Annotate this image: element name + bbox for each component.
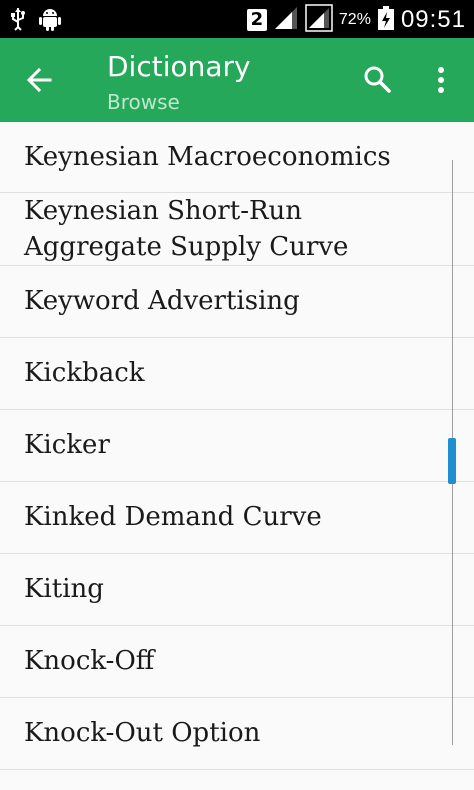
- list-item-label: Keynesian Short-Run Aggregate Supply Cur…: [24, 196, 349, 262]
- list-item-label: Kicker: [24, 430, 110, 460]
- list-item-label: Knock-Out Option: [24, 718, 261, 748]
- list-item[interactable]: Keynesian Macroeconomics: [0, 122, 474, 193]
- android-icon: [38, 6, 62, 36]
- battery-percent: 72%: [338, 11, 371, 28]
- back-button[interactable]: [22, 62, 62, 98]
- list-item[interactable]: Knock-Off: [0, 626, 474, 698]
- status-bar: 2 72% 09:51: [0, 0, 474, 38]
- search-button[interactable]: [360, 62, 400, 102]
- list-item-label: Keynesian Macroeconomics: [24, 142, 391, 172]
- scrollbar-thumb[interactable]: [448, 438, 456, 484]
- list-item[interactable]: Kiting: [0, 554, 474, 626]
- arrow-back-icon: [22, 67, 58, 102]
- battery-charging-icon: [377, 5, 395, 35]
- signal-icon: [305, 4, 333, 36]
- list-item[interactable]: Keyword Advertising: [0, 266, 474, 338]
- search-icon: [360, 66, 396, 102]
- list-item-label: Kinked Demand Curve: [24, 502, 322, 532]
- list-item[interactable]: Knock-Out Option: [0, 698, 474, 770]
- overflow-menu-button[interactable]: [428, 62, 454, 102]
- usb-icon: [10, 7, 26, 35]
- list-item[interactable]: Kinked Demand Curve: [0, 482, 474, 554]
- list-item-label: Kiting: [24, 574, 104, 604]
- list-item[interactable]: Kicker: [0, 410, 474, 482]
- page-title: Dictionary: [107, 50, 251, 83]
- sim-slot-badge: 2: [246, 9, 267, 31]
- clock-time: 09:51: [400, 6, 466, 33]
- list-item-label: Keyword Advertising: [24, 286, 300, 316]
- more-vert-icon: [428, 67, 454, 106]
- page-subtitle: Browse: [107, 90, 180, 114]
- list-item[interactable]: Keynesian Short-Run Aggregate Supply Cur…: [0, 193, 474, 266]
- signal-icon: [273, 5, 299, 35]
- term-list: Keynesian Macroeconomics Keynesian Short…: [0, 122, 474, 790]
- list-item-label: Kickback: [24, 358, 145, 388]
- list-item-label: Knock-Off: [24, 646, 155, 676]
- app-bar: Dictionary Browse: [0, 38, 474, 122]
- list-item[interactable]: Kickback: [0, 338, 474, 410]
